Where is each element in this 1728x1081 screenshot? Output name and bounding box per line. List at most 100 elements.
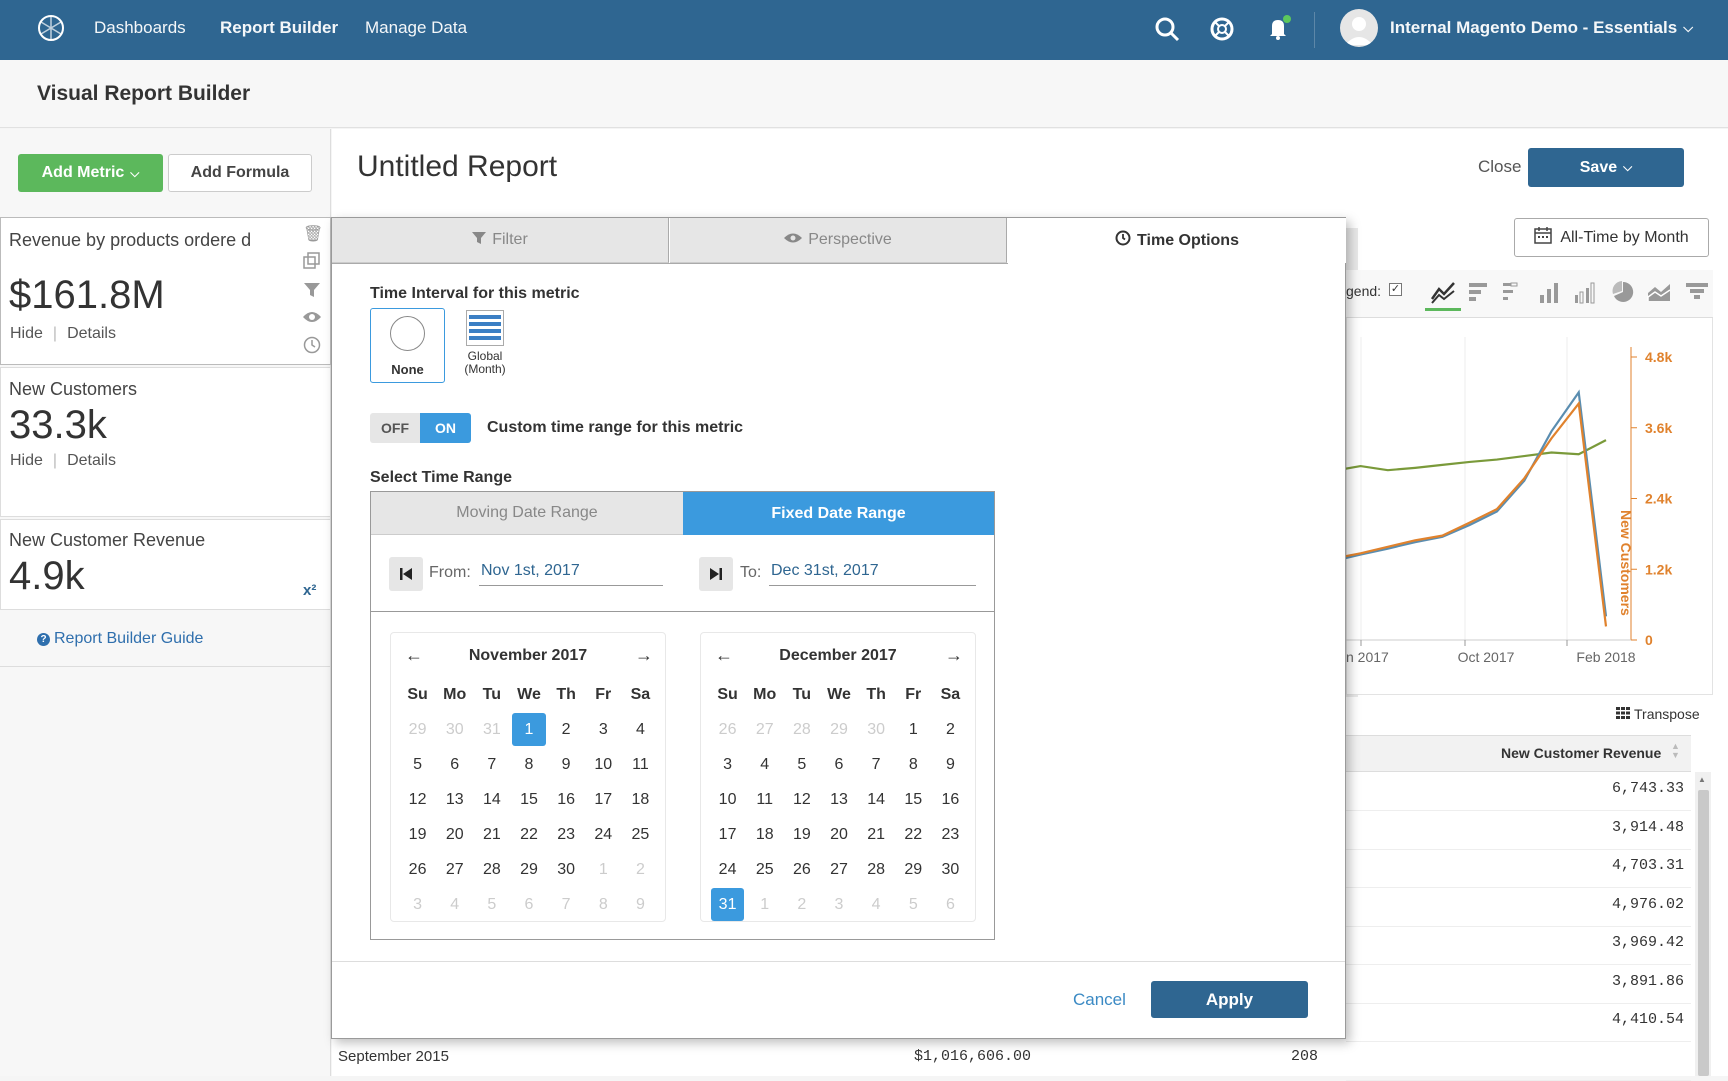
column-header[interactable]: New Customer Revenue	[1501, 745, 1661, 761]
calendar-day[interactable]: 3	[820, 887, 857, 922]
calendar-day[interactable]: 1	[746, 887, 783, 922]
notification-bell-icon[interactable]	[1265, 14, 1295, 44]
interval-none-option[interactable]: None	[370, 308, 445, 383]
calendar-day[interactable]: 20	[820, 817, 857, 852]
calendar-day[interactable]: 6	[932, 887, 969, 922]
calendar-day[interactable]: 31	[473, 712, 510, 747]
transpose-button[interactable]: Transpose	[1616, 706, 1700, 722]
calendar-day[interactable]: 27	[746, 712, 783, 747]
calendar-day[interactable]: 16	[932, 782, 969, 817]
calendar-day[interactable]: 4	[622, 712, 659, 747]
calendar-day[interactable]: 14	[858, 782, 895, 817]
calendar-day[interactable]: 8	[585, 887, 622, 922]
trash-icon[interactable]: 🗑	[303, 224, 323, 244]
calendar-day[interactable]: 25	[622, 817, 659, 852]
calendar-day[interactable]: 25	[746, 852, 783, 887]
calendar-day[interactable]: 5	[783, 747, 820, 782]
to-date-input[interactable]: Dec 31st, 2017	[769, 562, 976, 586]
calendar-day[interactable]: 9	[548, 747, 585, 782]
all-time-by-month-button[interactable]: All-Time by Month	[1514, 218, 1709, 257]
stacked-bar-icon[interactable]	[1500, 279, 1526, 305]
calendar-day[interactable]: 24	[585, 817, 622, 852]
toggle-on[interactable]: ON	[420, 413, 471, 443]
calendar-day[interactable]: 29	[510, 852, 547, 887]
add-formula-button[interactable]: Add Formula	[168, 154, 312, 192]
calendar-day[interactable]: 11	[622, 747, 659, 782]
from-date-input[interactable]: Nov 1st, 2017	[479, 562, 663, 586]
report-title[interactable]: Untitled Report	[357, 150, 557, 184]
calendar-day[interactable]: 14	[473, 782, 510, 817]
line-chart-icon[interactable]	[1430, 279, 1456, 305]
calendar-day[interactable]: 12	[399, 782, 436, 817]
tab-moving-date-range[interactable]: Moving Date Range	[371, 492, 683, 535]
scrollbar-thumb[interactable]	[1698, 790, 1709, 1076]
calendar-day[interactable]: 26	[709, 712, 746, 747]
copy-icon[interactable]	[303, 252, 321, 275]
calendar-day[interactable]: 27	[820, 852, 857, 887]
close-link[interactable]: Close	[1478, 157, 1521, 177]
calendar-day[interactable]: 21	[858, 817, 895, 852]
hide-link[interactable]: Hide	[10, 325, 43, 342]
calendar-day[interactable]: 17	[585, 782, 622, 817]
calendar-day[interactable]: 28	[473, 852, 510, 887]
calendar-day[interactable]: 12	[783, 782, 820, 817]
calendar-day[interactable]: 26	[783, 852, 820, 887]
pie-chart-icon[interactable]	[1610, 279, 1636, 305]
funnel-icon[interactable]	[1684, 279, 1710, 305]
calendar-day[interactable]: 7	[858, 747, 895, 782]
eye-icon[interactable]	[302, 309, 322, 330]
calendar-day[interactable]: 2	[548, 712, 585, 747]
calendar-day[interactable]: 20	[436, 817, 473, 852]
calendar-day[interactable]: 30	[436, 712, 473, 747]
calendar-day[interactable]: 2	[783, 887, 820, 922]
calendar-day[interactable]: 22	[895, 817, 932, 852]
calendar-day[interactable]: 3	[709, 747, 746, 782]
tab-filter[interactable]: Filter	[332, 218, 669, 263]
hide-link[interactable]: Hide	[10, 452, 43, 469]
tab-fixed-date-range[interactable]: Fixed Date Range	[683, 492, 994, 535]
filter-icon[interactable]	[303, 281, 321, 304]
calendar-day[interactable]: 7	[473, 747, 510, 782]
next-month-arrow[interactable]: →	[635, 645, 653, 666]
apply-button[interactable]: Apply	[1151, 981, 1308, 1018]
calendar-day[interactable]: 7	[548, 887, 585, 922]
search-icon[interactable]	[1154, 16, 1184, 46]
calendar-day[interactable]: 15	[510, 782, 547, 817]
calendar-day[interactable]: 10	[709, 782, 746, 817]
nav-dashboards[interactable]: Dashboards	[94, 18, 186, 38]
calendar-day[interactable]: 23	[932, 817, 969, 852]
interval-global-option[interactable]: Global (Month)	[449, 310, 521, 385]
report-builder-guide-link[interactable]: ? Report Builder Guide	[37, 630, 203, 648]
clock-icon[interactable]	[303, 336, 321, 359]
account-menu[interactable]: Internal Magento Demo - Essentials ⌵	[1390, 18, 1693, 38]
calendar-day[interactable]: 11	[746, 782, 783, 817]
calendar-day[interactable]: 13	[436, 782, 473, 817]
calendar-day[interactable]: 1	[585, 852, 622, 887]
calendar-day[interactable]: 22	[510, 817, 547, 852]
calendar-day[interactable]: 30	[932, 852, 969, 887]
calendar-day[interactable]: 13	[820, 782, 857, 817]
calendar-day[interactable]: 27	[436, 852, 473, 887]
calendar-day[interactable]: 4	[436, 887, 473, 922]
help-lifebuoy-icon[interactable]	[1209, 16, 1239, 46]
nav-report-builder[interactable]: Report Builder	[220, 18, 338, 38]
calendar-day[interactable]: 6	[820, 747, 857, 782]
bar-chart-icon[interactable]	[1537, 279, 1563, 305]
metric-card[interactable]: New Customers 33.3k Hide | Details	[0, 367, 331, 517]
add-metric-button[interactable]: Add Metric ⌵	[18, 154, 163, 192]
details-link[interactable]: Details	[67, 452, 116, 469]
calendar-day[interactable]: 4	[746, 747, 783, 782]
calendar-day[interactable]: 30	[858, 712, 895, 747]
metric-card[interactable]: Revenue by products ordere d $161.8M Hid…	[0, 217, 331, 365]
calendar-day[interactable]: 29	[895, 852, 932, 887]
calendar-day[interactable]: 24	[709, 852, 746, 887]
calendar-day[interactable]: 28	[783, 712, 820, 747]
calendar-day[interactable]: 8	[510, 747, 547, 782]
tab-perspective[interactable]: Perspective	[670, 218, 1007, 263]
legend-checkbox[interactable]: ✓	[1389, 283, 1402, 296]
custom-range-toggle[interactable]: OFF ON	[370, 413, 471, 443]
calendar-day[interactable]: 18	[622, 782, 659, 817]
calendar-day[interactable]: 9	[622, 887, 659, 922]
next-month-arrow[interactable]: →	[945, 645, 963, 666]
jump-end-button[interactable]	[699, 557, 733, 591]
